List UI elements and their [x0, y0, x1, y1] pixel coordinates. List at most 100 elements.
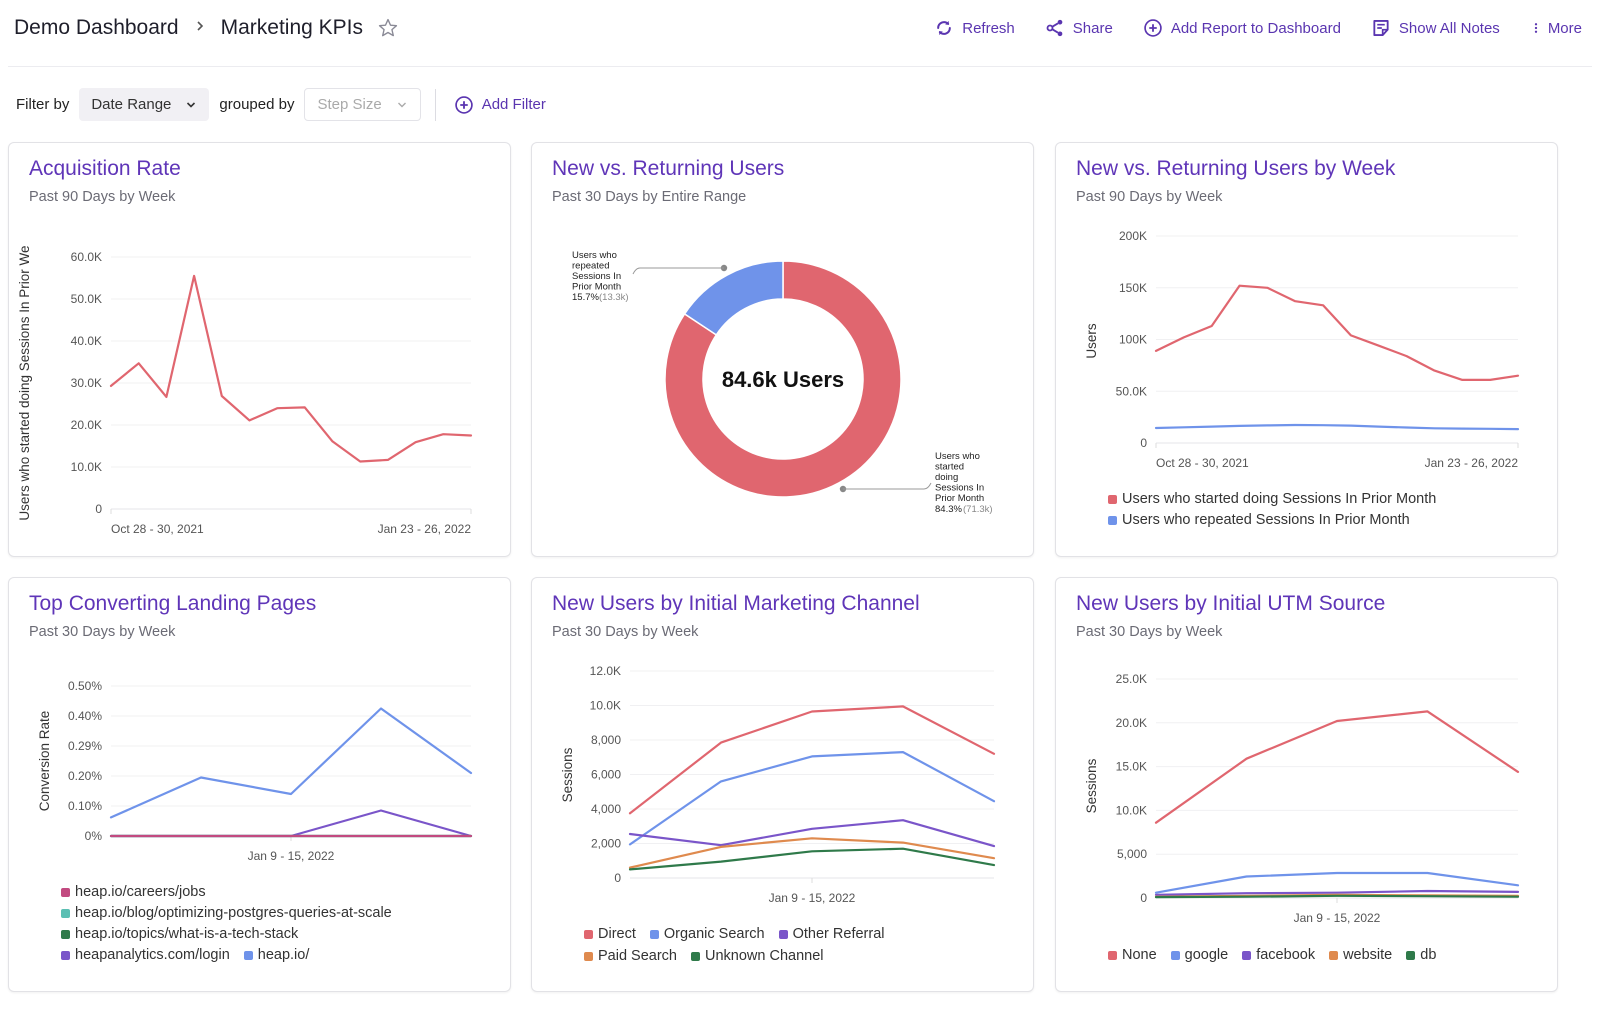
series-line-paid-search: [628, 837, 996, 869]
top-bar: Demo Dashboard Marketing KPIs Refresh Sh…: [0, 0, 1600, 66]
legend-swatch: [649, 930, 659, 939]
date-range-dropdown[interactable]: Date Range: [79, 88, 210, 121]
legend-swatch: [691, 952, 700, 961]
x-tick-label: Jan 9 - 15, 2022: [769, 891, 856, 905]
legend-swatch: [243, 951, 253, 960]
y-axis-label: Users who started doing Sessions In Prio…: [17, 245, 32, 520]
legend-item-heapanalytics-com-login[interactable]: heapanalytics.com/login: [61, 945, 230, 966]
chevron-down-icon: [397, 102, 406, 107]
y-tick-label: 0%: [85, 829, 103, 843]
legend-item-users-who-repeated-sessions-in-prior-month[interactable]: Users who repeated Sessions In Prior Mon…: [1108, 510, 1436, 531]
slice-label-line: Prior Month: [935, 493, 984, 504]
slice-label-line: doing: [935, 472, 958, 483]
share-button[interactable]: Share: [1045, 18, 1113, 38]
slice-percent: 15.7%: [572, 292, 599, 303]
chevron-down-icon: [187, 101, 196, 108]
grouped-by-label: grouped by: [219, 96, 295, 113]
series-line-google: [1154, 871, 1520, 894]
legend-swatch: [584, 952, 593, 961]
y-tick-label: 40.0K: [71, 334, 102, 348]
legend-item-heap-io-topics-what-is-a-tech-stack[interactable]: heap.io/topics/what-is-a-tech-stack: [61, 924, 392, 945]
step-size-dropdown[interactable]: Step Size: [304, 88, 421, 121]
x-tick-label: Jan 9 - 15, 2022: [248, 849, 335, 863]
utm-source-chart: 0 5,000 10.0K 15.0K 20.0K 25.0K Sessions Jan 9 …: [1084, 672, 1520, 925]
callout-line: [632, 267, 724, 275]
y-tick-label: 15.0K: [1116, 760, 1147, 774]
legend-label: Users who repeated Sessions In Prior Mon…: [1122, 512, 1410, 528]
show-all-notes-button[interactable]: Show All Notes: [1371, 18, 1500, 38]
chart-legend: Users who started doing Sessions In Prio…: [1108, 489, 1450, 531]
show-all-notes-label: Show All Notes: [1398, 19, 1500, 37]
refresh-button[interactable]: Refresh: [934, 18, 1015, 38]
legend-label: Direct: [598, 926, 636, 942]
breadcrumb-parent[interactable]: Demo Dashboard: [14, 16, 179, 40]
add-circle-icon: [454, 95, 473, 114]
y-tick-label: 10.0K: [590, 699, 621, 713]
add-filter-button[interactable]: Add Filter: [454, 95, 546, 115]
legend-swatch: [1170, 951, 1180, 960]
legend-swatch: [61, 930, 70, 939]
slice-label-line: Prior Month: [572, 282, 621, 293]
chevron-right-icon: [195, 19, 205, 37]
series-line-heapanalytics-com-login: [109, 809, 473, 838]
y-tick-label: 12.0K: [590, 664, 621, 678]
legend-swatch: [1329, 951, 1339, 960]
y-tick-label: 0.40%: [68, 709, 102, 723]
share-icon: [1046, 19, 1063, 37]
legend-label: Other Referral: [792, 926, 885, 942]
series-line-db: [1154, 894, 1520, 899]
series-line-unknown-channel: [628, 847, 996, 871]
legend-label: google: [1184, 947, 1229, 963]
donut-slice-users-who-repeated-sessions-in-prior-month: [683, 260, 784, 336]
legend-swatch: [1108, 495, 1117, 504]
legend-item-website[interactable]: website: [1329, 945, 1392, 966]
y-tick-label: 0: [1140, 891, 1147, 905]
header-actions: Refresh Share Add Report to Dashboard Sh…: [934, 18, 1582, 38]
y-tick-label: 0: [1140, 436, 1147, 450]
x-tick-label: Jan 9 - 15, 2022: [1294, 911, 1381, 925]
report-card-acquisition-rate: Acquisition Rate Past 90 Days by Week 01…: [8, 142, 511, 557]
report-card-utm-source: New Users by Initial UTM Source Past 30 …: [1055, 577, 1558, 992]
y-tick-label: 0.20%: [68, 769, 102, 783]
star-icon[interactable]: [377, 17, 399, 39]
filter-divider: [434, 88, 436, 121]
legend-swatch: [1406, 951, 1416, 960]
y-axis-label: Sessions: [1084, 758, 1099, 813]
slice-value: (13.3k): [599, 292, 629, 303]
slice-label-line: Users who: [935, 451, 980, 462]
more-button[interactable]: More: [1530, 18, 1582, 38]
callout-line: [843, 482, 932, 490]
legend-swatch: [778, 930, 788, 939]
legend-item-direct[interactable]: Direct: [584, 924, 636, 945]
legend-item-heap-io-careers-jobs[interactable]: heap.io/careers/jobs: [61, 882, 392, 903]
add-report-button[interactable]: Add Report to Dashboard: [1143, 18, 1341, 38]
legend-item-heap-io[interactable]: heap.io/: [243, 945, 309, 966]
add-circle-icon: [1144, 19, 1162, 37]
legend-item-db[interactable]: db: [1406, 945, 1436, 966]
legend-label: Paid Search: [598, 948, 677, 964]
legend-item-heap-io-blog-optimizing-postgres-queries-at-scale[interactable]: heap.io/blog/optimizing-postgres-queries…: [61, 903, 392, 924]
legend-swatch: [61, 888, 70, 897]
legend-item-google[interactable]: google: [1170, 945, 1229, 966]
filter-bar: Filter by Date Range grouped by Step Siz…: [16, 88, 546, 121]
y-axis-label: Users: [1084, 323, 1099, 359]
report-card-new-vs-returning-by-week: New vs. Returning Users by Week Past 90 …: [1055, 142, 1558, 557]
legend-item-organic-search[interactable]: Organic Search: [649, 924, 765, 945]
legend-label: heap.io/careers/jobs: [75, 884, 206, 900]
legend-swatch: [1242, 951, 1252, 960]
legend-item-users-who-started-doing-sessions-in-prior-month[interactable]: Users who started doing Sessions In Prio…: [1108, 489, 1436, 510]
y-tick-label: 10.0K: [71, 460, 102, 474]
y-tick-label: 10.0K: [1116, 803, 1147, 817]
y-tick-label: 200K: [1119, 229, 1147, 243]
series-line-users-who-repeated-sessions-in-prior-month: [1154, 423, 1520, 431]
legend-item-paid-search[interactable]: Paid Search: [584, 946, 677, 967]
acquisition-rate-chart: 0 10.0K 20.0K 30.0K 40.0K 50.0K 60.0K Users who…: [17, 245, 473, 536]
legend-item-other-referral[interactable]: Other Referral: [778, 924, 885, 945]
legend-item-unknown-channel[interactable]: Unknown Channel: [691, 946, 824, 967]
legend-swatch: [61, 909, 70, 918]
more-vertical-icon: [1534, 23, 1537, 33]
series-line-other-referral: [628, 819, 996, 848]
legend-item-facebook[interactable]: facebook: [1242, 945, 1315, 966]
legend-item-none[interactable]: None: [1108, 945, 1157, 966]
page-title: Marketing KPIs: [220, 16, 363, 39]
